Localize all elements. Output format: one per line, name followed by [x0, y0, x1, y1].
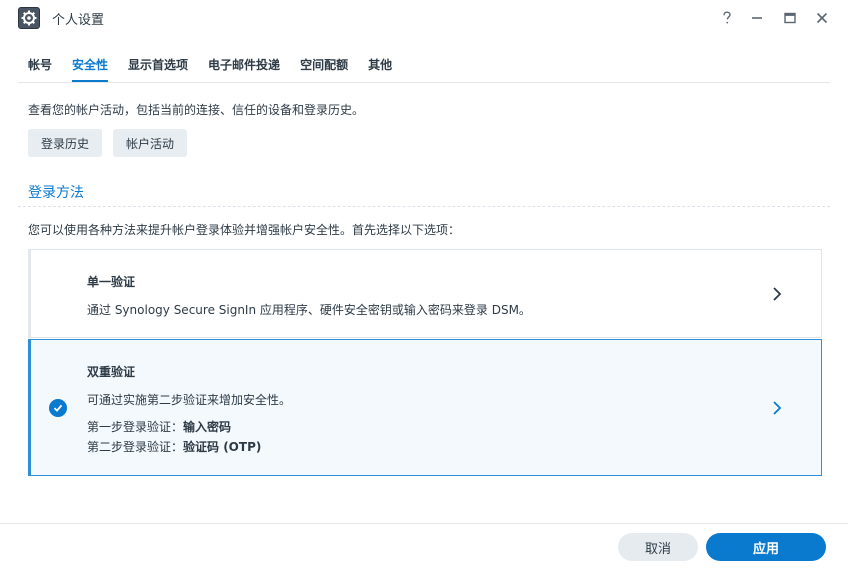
help-icon[interactable]	[716, 7, 738, 29]
tab-others[interactable]: 其他	[358, 46, 402, 82]
step1-value: 输入密码	[183, 420, 232, 434]
tab-bar: 帐号 安全性 显示首选项 电子邮件投递 空间配额 其他	[18, 46, 402, 82]
tab-quota[interactable]: 空间配额	[290, 46, 358, 82]
option-accent-bar	[28, 249, 31, 338]
apply-button[interactable]: 应用	[706, 533, 826, 561]
minimize-icon[interactable]	[746, 7, 768, 29]
chevron-right-icon	[773, 401, 782, 415]
option-text: 通过 Synology Secure SignIn 应用程序、硬件安全密钥或输入…	[87, 303, 531, 317]
close-icon[interactable]	[811, 7, 833, 29]
tab-display-preferences[interactable]: 显示首选项	[118, 46, 198, 82]
step1-line: 第一步登录验证：输入密码	[87, 418, 231, 435]
login-history-button[interactable]: 登录历史	[28, 129, 103, 157]
login-method-description: 您可以使用各种方法来提升帐户登录体验并增强帐户安全性。首先选择以下选项：	[28, 223, 461, 237]
step2-value: 验证码 (OTP)	[183, 440, 262, 454]
option-accent-bar	[28, 339, 31, 476]
activity-description: 查看您的帐户活动，包括当前的连接、信任的设备和登录历史。	[28, 103, 365, 117]
footer-divider	[0, 523, 848, 524]
title-bar: 个人设置	[0, 0, 848, 36]
step2-label: 第二步登录验证：	[87, 440, 184, 454]
window-title: 个人设置	[52, 13, 105, 28]
tab-account[interactable]: 帐号	[18, 46, 62, 82]
single-verification-option[interactable]: 单一验证 通过 Synology Secure SignIn 应用程序、硬件安全…	[28, 249, 822, 338]
two-factor-verification-option[interactable]: 双重验证 可通过实施第二步验证来增加安全性。 第一步登录验证：输入密码 第二步登…	[28, 339, 822, 476]
tab-email-delivery[interactable]: 电子邮件投递	[198, 46, 290, 82]
tab-security[interactable]: 安全性	[62, 46, 118, 82]
option-text: 可通过实施第二步验证来增加安全性。	[87, 393, 292, 407]
login-method-title: 登录方法	[28, 185, 84, 201]
option-title: 单一验证	[87, 275, 136, 289]
option-title: 双重验证	[87, 365, 136, 379]
section-divider	[18, 206, 830, 207]
chevron-right-icon	[773, 287, 782, 301]
step2-line: 第二步登录验证：验证码 (OTP)	[87, 438, 261, 455]
selected-check-icon	[49, 399, 67, 417]
account-activity-button[interactable]: 帐户活动	[113, 129, 188, 157]
cancel-button[interactable]: 取消	[618, 533, 698, 561]
settings-gear-icon	[18, 7, 40, 29]
tabs-divider	[18, 82, 830, 83]
step1-label: 第一步登录验证：	[87, 420, 184, 434]
maximize-icon[interactable]	[779, 7, 801, 29]
